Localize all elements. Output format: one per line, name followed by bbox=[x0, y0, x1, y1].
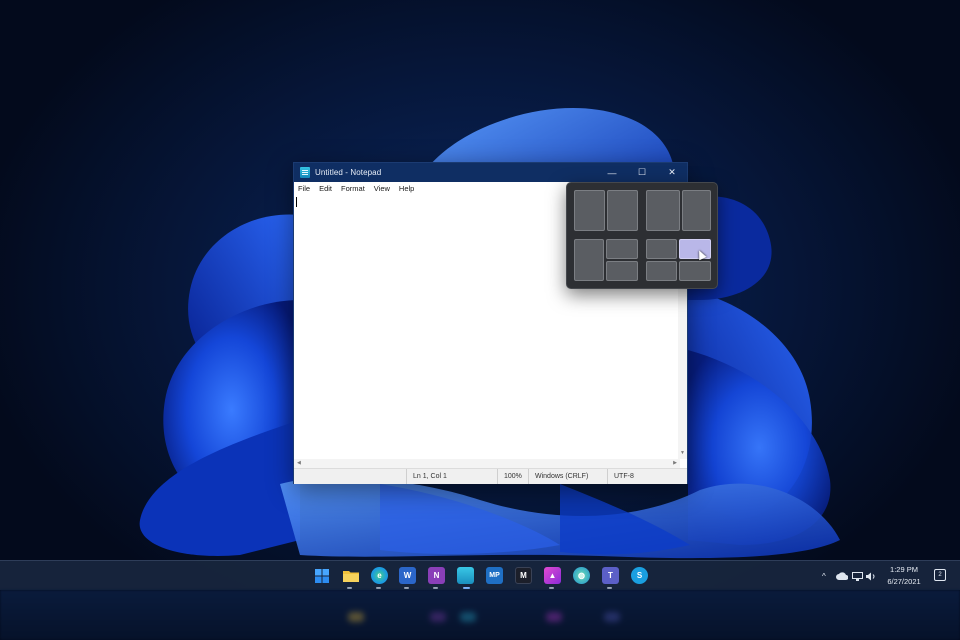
status-zoom: 100% bbox=[497, 469, 522, 484]
reflection-blob bbox=[604, 612, 620, 622]
mp-icon[interactable]: MP bbox=[486, 567, 503, 584]
edge-icon[interactable]: e bbox=[371, 567, 388, 584]
reflection-blob bbox=[546, 612, 562, 622]
teams-icon[interactable]: T bbox=[602, 567, 619, 584]
status-bar: Ln 1, Col 1 100% Windows (CRLF) UTF-8 bbox=[294, 468, 687, 484]
folder-icon[interactable] bbox=[342, 567, 359, 584]
taskbar-reflection bbox=[0, 590, 960, 640]
clock-date: 6/27/2021 bbox=[887, 577, 921, 586]
text-caret bbox=[296, 197, 297, 207]
running-indicator bbox=[607, 587, 612, 589]
scroll-down-icon[interactable]: ▼ bbox=[680, 450, 685, 456]
taskbar: e W N MP M ▲ ◍ T S ^ 1:29 PM 6/27/2021 2 bbox=[0, 560, 960, 590]
tray-overflow-chevron-icon[interactable]: ^ bbox=[822, 561, 826, 591]
snap-zone-grid-bottom-left[interactable] bbox=[646, 261, 677, 281]
active-app-indicator bbox=[463, 587, 470, 589]
window-title: Untitled - Notepad bbox=[315, 168, 382, 177]
reflection-blob bbox=[460, 612, 476, 622]
onenote-icon[interactable]: N bbox=[428, 567, 445, 584]
snap-zone-narrow-right[interactable] bbox=[682, 190, 711, 231]
status-encoding: UTF-8 bbox=[607, 469, 634, 484]
notepad-icon[interactable] bbox=[457, 567, 474, 584]
globe-icon[interactable]: ◍ bbox=[573, 567, 590, 584]
snap-zone-right-top[interactable] bbox=[606, 239, 638, 259]
status-cursor-position: Ln 1, Col 1 bbox=[406, 469, 447, 484]
volume-icon[interactable] bbox=[866, 561, 876, 591]
snap-zone-right-bottom[interactable] bbox=[606, 261, 638, 281]
window-controls: — ☐ ✕ bbox=[597, 163, 687, 182]
system-clock[interactable]: 1:29 PM 6/27/2021 bbox=[876, 564, 932, 588]
running-indicator bbox=[347, 587, 352, 589]
skype-icon[interactable]: S bbox=[631, 567, 648, 584]
windows-start-icon[interactable] bbox=[313, 567, 330, 584]
close-button[interactable]: ✕ bbox=[657, 163, 687, 182]
network-icon[interactable] bbox=[852, 561, 863, 591]
affinity-icon[interactable]: ▲ bbox=[544, 567, 561, 584]
scroll-right-icon[interactable]: ▶ bbox=[673, 460, 677, 466]
onedrive-cloud-icon[interactable] bbox=[836, 561, 848, 591]
horizontal-scrollbar[interactable]: ◀ ▶ bbox=[294, 459, 680, 468]
notification-center-icon[interactable]: 2 bbox=[934, 569, 946, 581]
snap-layouts-flyout bbox=[566, 182, 718, 289]
running-indicator bbox=[376, 587, 381, 589]
menu-format[interactable]: Format bbox=[341, 184, 365, 193]
reflection-blob bbox=[430, 612, 446, 622]
snap-zone-right-half[interactable] bbox=[607, 190, 638, 231]
menu-view[interactable]: View bbox=[374, 184, 390, 193]
snap-zone-grid-bottom-right[interactable] bbox=[679, 261, 711, 281]
scroll-left-icon[interactable]: ◀ bbox=[297, 460, 301, 466]
minimize-button[interactable]: — bbox=[597, 163, 627, 182]
menu-file[interactable]: File bbox=[298, 184, 310, 193]
snap-zone-grid-top-left[interactable] bbox=[646, 239, 677, 259]
notification-count: 2 bbox=[938, 572, 942, 578]
snap-zone-left-tall[interactable] bbox=[574, 239, 604, 281]
word-icon[interactable]: W bbox=[399, 567, 416, 584]
menu-help[interactable]: Help bbox=[399, 184, 414, 193]
menu-edit[interactable]: Edit bbox=[319, 184, 332, 193]
maximize-button[interactable]: ☐ bbox=[627, 163, 657, 182]
running-indicator bbox=[433, 587, 438, 589]
running-indicator bbox=[404, 587, 409, 589]
running-indicator bbox=[549, 587, 554, 589]
notepad-icon bbox=[300, 167, 310, 178]
snap-zone-wide-left[interactable] bbox=[646, 190, 680, 231]
status-line-ending: Windows (CRLF) bbox=[528, 469, 588, 484]
reflection-blob bbox=[348, 612, 364, 622]
media-icon[interactable]: M bbox=[515, 567, 532, 584]
snap-zone-left-half[interactable] bbox=[574, 190, 605, 231]
clock-time: 1:29 PM bbox=[890, 565, 918, 574]
title-bar[interactable]: Untitled - Notepad — ☐ ✕ bbox=[294, 163, 687, 182]
